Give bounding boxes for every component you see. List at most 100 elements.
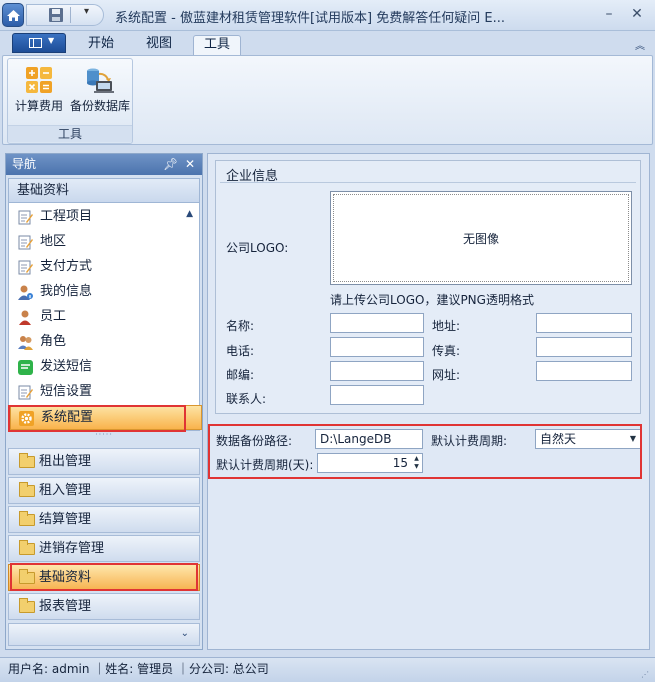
folder-icon <box>19 540 35 555</box>
zip-label: 邮编: <box>226 368 255 382</box>
phone-input[interactable] <box>330 337 424 357</box>
nav-item-label: 我的信息 <box>40 284 93 299</box>
nav-item-label: 角色 <box>40 334 67 349</box>
address-input[interactable] <box>536 313 632 333</box>
highlight-system-config <box>8 405 186 432</box>
tab-view[interactable]: 视图 <box>136 35 182 55</box>
nav-header-title: 导航 <box>12 157 37 171</box>
edit-document-icon <box>18 260 33 275</box>
nav-item-label: 发送短信 <box>40 359 93 374</box>
nav-close-icon[interactable]: ✕ <box>185 154 195 174</box>
nav-section-title: 基础资料 <box>8 178 200 203</box>
zip-input[interactable] <box>330 361 424 381</box>
logo-hint: 请上传公司LOGO，建议PNG透明格式 <box>330 293 534 307</box>
status-text: 用户名: admin ｜姓名: 管理员 ｜分公司: 总公司 <box>8 662 269 676</box>
user-icon <box>19 310 31 325</box>
nav-group-reports[interactable]: 报表管理 <box>8 593 200 620</box>
status-bar: 用户名: admin ｜姓名: 管理员 ｜分公司: 总公司 ⋰ <box>0 657 655 682</box>
qat-customize-icon[interactable]: ▾ <box>84 6 89 17</box>
tab-start[interactable]: 开始 <box>78 35 124 55</box>
contact-label: 联系人: <box>226 392 267 406</box>
nav-item-my-info[interactable]: 我的信息 <box>10 280 202 305</box>
nav-item-list: ▲ 工程项目 地区 支付方式 我的信息 员工 角色 发送短信 短信设置 系统配置 <box>8 203 202 431</box>
ribbon-group-label: 工具 <box>8 125 132 142</box>
backup-database-button[interactable]: 备份数据库 <box>70 61 131 117</box>
website-input[interactable] <box>536 361 632 381</box>
ribbon-tab-bar: ▼ 开始 视图 工具 ︽ <box>0 31 655 55</box>
nav-item-label: 支付方式 <box>40 259 93 274</box>
contact-input[interactable] <box>330 385 424 405</box>
edit-document-icon <box>18 235 33 250</box>
nav-item-region[interactable]: 地区 <box>10 230 202 255</box>
window-title: 系统配置 - 傲蓝建材租赁管理软件[试用版本] 免费解答任何疑问 E... <box>115 11 505 26</box>
title-bar: ▾ 系统配置 - 傲蓝建材租赁管理软件[试用版本] 免费解答任何疑问 E... … <box>0 0 655 31</box>
nav-item-label: 地区 <box>40 234 67 249</box>
save-icon[interactable] <box>48 7 64 23</box>
nav-header: 导航 📌︎ ✕ <box>6 154 202 175</box>
fax-label: 传真: <box>432 344 461 358</box>
calculate-fees-label: 计算费用 <box>14 99 63 113</box>
message-icon <box>18 360 33 375</box>
nav-item-label: 工程项目 <box>40 209 93 224</box>
nav-item-projects[interactable]: 工程项目 <box>10 205 202 230</box>
nav-item-roles[interactable]: 角色 <box>10 330 202 355</box>
nav-item-payment-method[interactable]: 支付方式 <box>10 255 202 280</box>
logo-image-box[interactable]: 无图像 <box>330 191 632 285</box>
highlight-basic-data <box>10 563 198 591</box>
ribbon-group-tools: 计算费用 备份数据库 工具 <box>7 58 133 144</box>
fax-input[interactable] <box>536 337 632 357</box>
nav-group-rent-out[interactable]: 租出管理 <box>8 448 200 475</box>
folder-icon <box>19 598 35 613</box>
qat-separator <box>70 7 71 23</box>
folder-icon <box>19 453 35 468</box>
nav-group-settlement[interactable]: 结算管理 <box>8 506 200 533</box>
nav-item-label: 员工 <box>40 309 67 324</box>
name-label: 名称: <box>226 319 255 333</box>
users-icon <box>18 336 33 350</box>
nav-group-label: 租入管理 <box>39 483 92 498</box>
chevron-down-icon: ▼ <box>48 36 55 45</box>
nav-more-button[interactable]: ⌄ <box>8 623 200 646</box>
calculate-fees-button[interactable]: 计算费用 <box>10 61 68 117</box>
edit-document-icon <box>18 210 33 225</box>
ribbon-panel: 计算费用 备份数据库 工具 <box>2 55 653 145</box>
highlight-backup-settings <box>208 424 642 479</box>
logo-label: 公司LOGO: <box>226 241 289 255</box>
nav-group-label: 租出管理 <box>39 454 92 469</box>
folder-icon <box>19 511 35 526</box>
nav-item-staff[interactable]: 员工 <box>10 305 202 330</box>
app-menu-button[interactable] <box>2 3 24 27</box>
main-panel: 企业信息 公司LOGO: 无图像 请上传公司LOGO，建议PNG透明格式 名称:… <box>207 153 650 650</box>
close-button[interactable]: ✕ <box>626 3 648 25</box>
folder-icon <box>19 482 35 497</box>
pin-icon[interactable]: 📌︎ <box>163 154 178 174</box>
backup-database-label: 备份数据库 <box>70 99 131 113</box>
backup-database-icon <box>87 68 114 93</box>
nav-item-send-sms[interactable]: 发送短信 <box>10 355 202 380</box>
minimize-button[interactable]: – <box>598 3 620 25</box>
nav-item-sms-settings[interactable]: 短信设置 <box>10 380 202 405</box>
company-info-divider <box>220 182 636 183</box>
ribbon-collapse-icon[interactable]: ︽ <box>635 37 645 52</box>
home-icon <box>7 10 20 21</box>
company-info-group: 企业信息 公司LOGO: 无图像 请上传公司LOGO，建议PNG透明格式 名称:… <box>215 160 641 414</box>
nav-group-label: 结算管理 <box>39 512 92 527</box>
website-label: 网址: <box>432 368 461 382</box>
phone-label: 电话: <box>226 344 255 358</box>
logo-placeholder-text: 无图像 <box>462 232 499 246</box>
name-input[interactable] <box>330 313 424 333</box>
tab-tools[interactable]: 工具 <box>193 35 241 55</box>
nav-group-rent-in[interactable]: 租入管理 <box>8 477 200 504</box>
edit-document-icon <box>18 385 33 400</box>
user-info-icon <box>18 285 33 300</box>
resize-grip-icon[interactable]: ⋰ <box>641 664 649 682</box>
calculator-icon <box>26 67 52 93</box>
address-label: 地址: <box>432 319 461 333</box>
nav-group-label: 进销存管理 <box>39 541 105 556</box>
nav-group-label: 报表管理 <box>39 599 92 614</box>
nav-splitter[interactable]: ····· <box>8 431 200 440</box>
file-menu-button[interactable]: ▼ <box>12 33 66 53</box>
quick-access-toolbar <box>26 4 104 26</box>
nav-group-inventory[interactable]: 进销存管理 <box>8 535 200 562</box>
file-menu-icon <box>29 38 42 48</box>
